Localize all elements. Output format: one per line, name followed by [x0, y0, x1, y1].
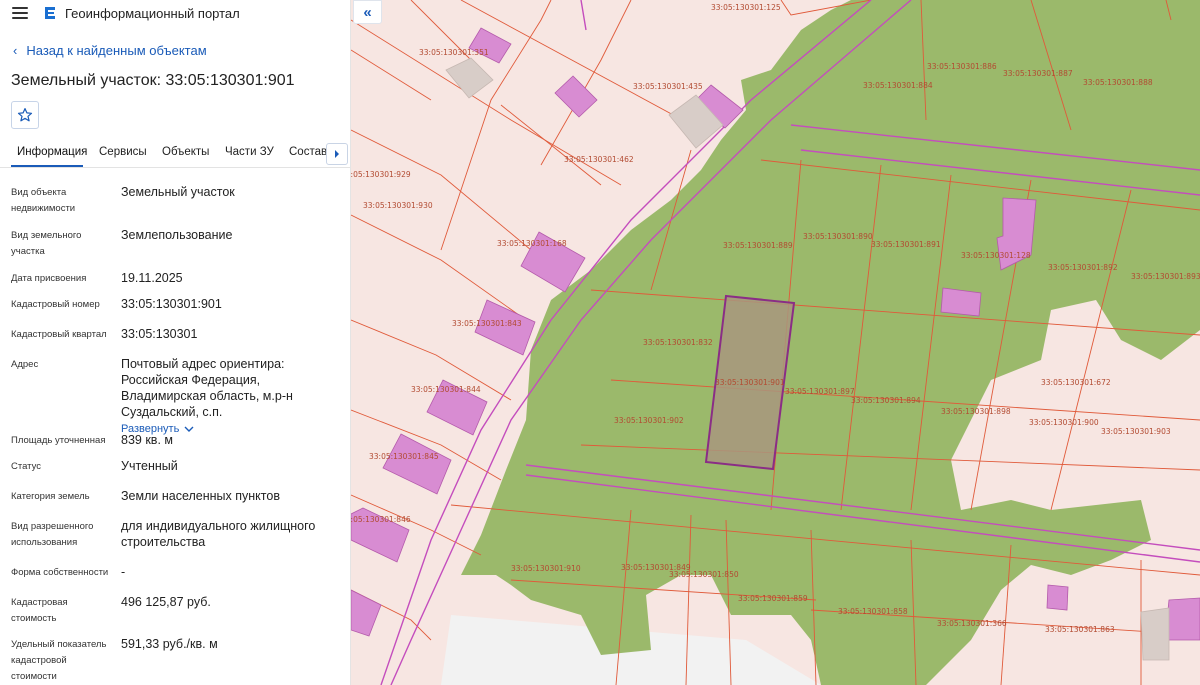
parcel-label: 33:05:130301:891	[871, 240, 941, 249]
value-ownership-form: -	[121, 565, 126, 579]
building	[1164, 597, 1200, 641]
label-status: Статус	[11, 461, 42, 472]
parcel-label: 33:05:130301:846	[351, 515, 411, 524]
parcel-label: 33:05:130301:859	[738, 594, 808, 603]
parcel-label: 33:05:130301:435	[633, 82, 703, 91]
value-assignment-date: 19.11.2025	[121, 271, 183, 285]
value-object-type: Земельный участок	[121, 185, 235, 199]
back-to-results-link[interactable]: ‹ Назад к найденным объектам	[13, 43, 207, 58]
parcel-label: 33:05:130301:894	[851, 396, 921, 405]
parcel-label: 33:05:130301:929	[351, 170, 411, 179]
value-cadastral-quarter: 33:05:130301	[121, 327, 198, 341]
parcel-label: 33:05:130301:897	[785, 387, 855, 396]
value-parcel-type: Землепользование	[121, 228, 233, 242]
star-icon	[17, 108, 33, 122]
label-specific-value: Удельный показатель кадастровой стоимост…	[11, 639, 107, 682]
favorite-button[interactable]	[11, 101, 39, 129]
tabs-scroll-right-button[interactable]	[326, 143, 348, 165]
parcel-label: 33:05:130301:843	[452, 319, 522, 328]
parcel-label: 33:05:130301:845	[369, 452, 439, 461]
parcel-label: 33:05:130301:366	[937, 619, 1007, 628]
building	[1046, 584, 1069, 611]
parcel-label: 33:05:130301:888	[1083, 78, 1153, 87]
parcel-label: 33:05:130301:125	[711, 3, 781, 12]
address-text: Почтовый адрес ориентира: Российская Фед…	[121, 357, 293, 419]
page-title: Земельный участок: 33:05:130301:901	[11, 72, 295, 89]
tab-parts[interactable]: Части ЗУ	[225, 146, 274, 158]
parcel-label: 33:05:130301:884	[863, 81, 933, 90]
parcel-label: 33:05:130301:889	[723, 241, 793, 250]
parcel-label: 33:05:130301:903	[1101, 427, 1171, 436]
tab-objects[interactable]: Объекты	[162, 146, 209, 158]
value-land-category: Земли населенных пунктов	[121, 489, 280, 503]
value-specific-value: 591,33 руб./кв. м	[121, 637, 218, 651]
back-link-label: Назад к найденным объектам	[26, 43, 207, 58]
parcel-label: 33:05:130301:892	[1048, 263, 1118, 272]
label-permitted-use: Вид разрешенного использования	[11, 521, 94, 548]
chevron-left-icon: ‹	[13, 43, 18, 58]
map-canvas[interactable]: 33:05:130301:125 33:05:130301:351 33:05:13…	[351, 0, 1200, 685]
value-cadastral-number: 33:05:130301:901	[121, 297, 222, 311]
value-area: 839 кв. м	[121, 433, 173, 447]
label-cadastral-value: Кадастровая стоимость	[11, 597, 68, 624]
parcel-label: 33:05:130301:890	[803, 232, 873, 241]
header-bar: Геоинформационный портал	[0, 0, 350, 26]
parcel-label: 33:05:130301:128	[961, 251, 1031, 260]
parcel-label: 33:05:130301:462	[564, 155, 634, 164]
tab-composition[interactable]: Состав	[289, 146, 327, 158]
parcel-label: 33:05:130301:672	[1041, 378, 1111, 387]
tab-bar: Информация Сервисы Объекты Части ЗУ Сост…	[0, 138, 350, 168]
parcel-label: 33:05:130301:863	[1045, 625, 1115, 634]
label-land-category: Категория земель	[11, 491, 90, 502]
parcel-label: 33:05:130301:901	[715, 378, 785, 387]
label-cadastral-quarter: Кадастровый квартал	[11, 329, 107, 340]
value-permitted-use: для индивидуального жилищного строительс…	[121, 519, 316, 549]
label-parcel-type: Вид земельного участка	[11, 230, 82, 257]
value-cadastral-value: 496 125,87 руб.	[121, 595, 211, 609]
parcel-label: 33:05:130301:168	[497, 239, 567, 248]
parcel-label: 33:05:130301:858	[838, 607, 908, 616]
portal-logo-icon	[42, 5, 58, 21]
label-object-type: Вид объекта недвижимости	[11, 187, 76, 214]
parcel-label: 33:05:130301:930	[363, 201, 433, 210]
caret-right-icon	[335, 150, 339, 158]
building	[940, 287, 982, 317]
parcel-label: 33:05:130301:832	[643, 338, 713, 347]
label-ownership-form: Форма собственности	[11, 567, 109, 578]
active-tab-indicator	[11, 165, 83, 167]
label-address: Адрес	[11, 359, 39, 370]
parcel-label: 33:05:130301:898	[941, 407, 1011, 416]
parcel-label: 33:05:130301:844	[411, 385, 481, 394]
label-assignment-date: Дата присвоения	[11, 273, 87, 284]
label-area: Площадь уточненная	[11, 435, 106, 446]
parcel-label: 33:05:130301:351	[419, 48, 489, 57]
parcel-label: 33:05:130301:893	[1131, 272, 1200, 281]
label-cadastral-number: Кадастровый номер	[11, 299, 100, 310]
building-outline	[1140, 607, 1170, 661]
parcel-label: 33:05:130301:886	[927, 62, 997, 71]
parcel-label: 33:05:130301:902	[614, 416, 684, 425]
hamburger-menu-icon[interactable]	[12, 7, 28, 19]
tab-services[interactable]: Сервисы	[99, 146, 147, 158]
tab-information[interactable]: Информация	[17, 146, 87, 158]
value-address: Почтовый адрес ориентира: Российская Фед…	[121, 356, 346, 437]
parcel-label: 33:05:130301:850	[669, 570, 739, 579]
info-panel: Геоинформационный портал ‹ Назад к найде…	[0, 0, 351, 685]
double-chevron-left-icon: «	[363, 3, 372, 21]
app-title: Геоинформационный портал	[65, 5, 240, 21]
cadastral-map[interactable]: 33:05:130301:125 33:05:130301:351 33:05:13…	[351, 0, 1200, 685]
collapse-panel-button[interactable]: «	[353, 0, 382, 24]
parcel-label: 33:05:130301:887	[1003, 69, 1073, 78]
parcel-label: 33:05:130301:910	[511, 564, 581, 573]
value-status: Учтенный	[121, 459, 178, 473]
parcel-label: 33:05:130301:900	[1029, 418, 1099, 427]
